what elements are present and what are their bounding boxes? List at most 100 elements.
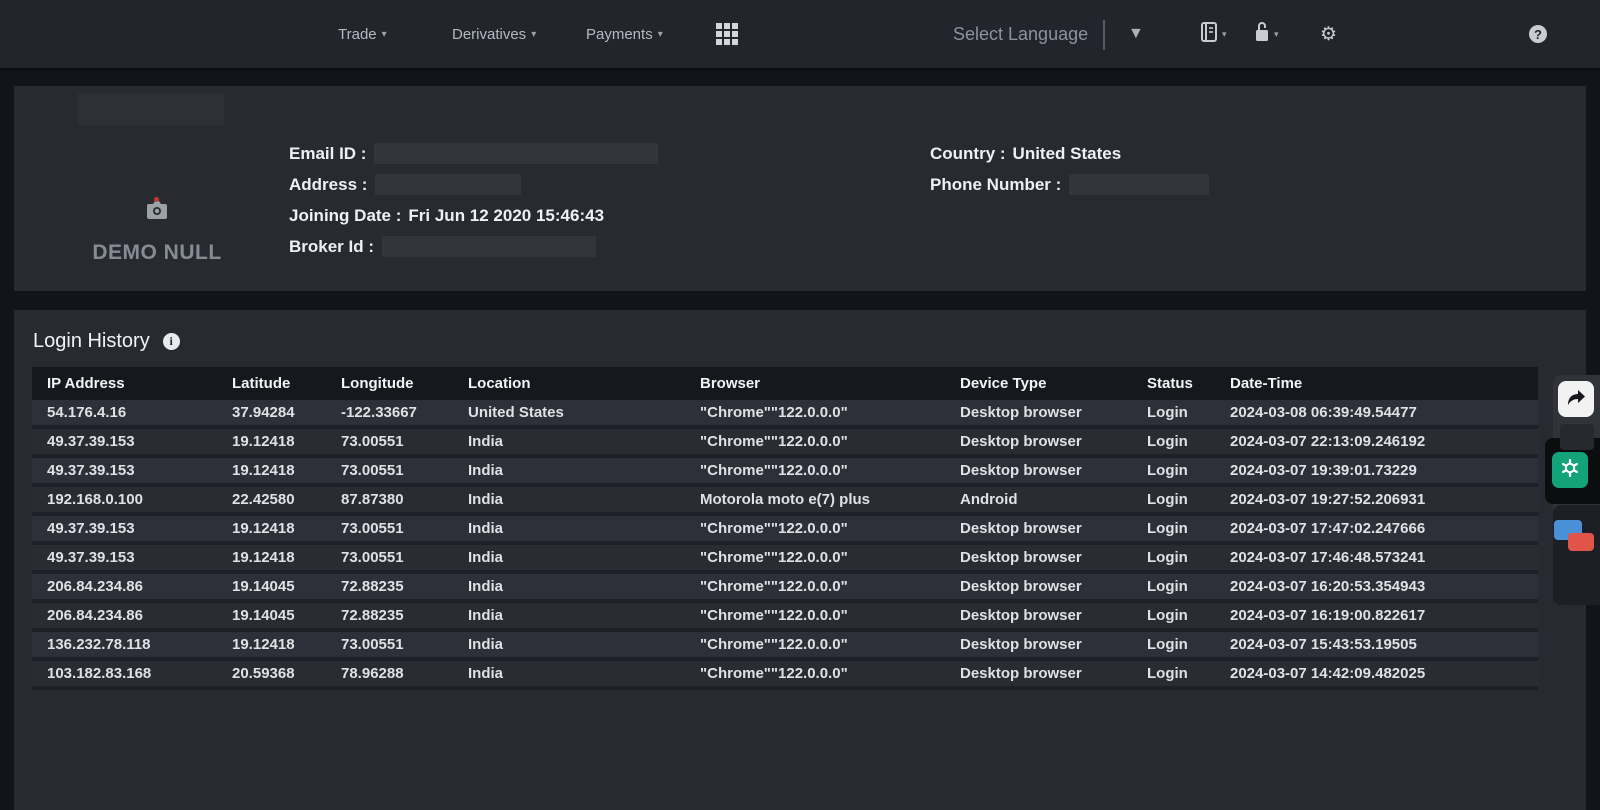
- login-history-header-row: IP AddressLatitudeLongitudeLocationBrows…: [32, 367, 1538, 400]
- table-cell: India: [453, 545, 685, 574]
- table-row: 206.84.234.8619.1404572.88235India"Chrom…: [32, 603, 1538, 632]
- menu-trade-label: Trade: [338, 26, 377, 43]
- table-cell: India: [453, 516, 685, 545]
- table-row: 54.176.4.1637.94284-122.33667United Stat…: [32, 400, 1538, 429]
- table-cell: Desktop browser: [945, 400, 1132, 429]
- table-row: 49.37.39.15319.1241873.00551India"Chrome…: [32, 429, 1538, 458]
- camera-icon[interactable]: [146, 201, 168, 225]
- table-cell: 54.176.4.16: [32, 400, 217, 429]
- security-menu[interactable]: ▾: [1254, 0, 1279, 68]
- table-cell: 2024-03-07 19:27:52.206931: [1215, 487, 1538, 516]
- field-broker-id-label: Broker Id :: [289, 237, 374, 257]
- table-cell: Desktop browser: [945, 603, 1132, 632]
- login-history-body: 54.176.4.1637.94284-122.33667United Stat…: [32, 400, 1538, 690]
- caret-down-icon: ▾: [382, 29, 387, 40]
- table-cell: Login: [1132, 574, 1215, 603]
- table-cell: India: [453, 632, 685, 661]
- profile-name: DEMO NULL: [62, 241, 252, 265]
- table-cell: Login: [1132, 603, 1215, 632]
- table-cell: 72.88235: [326, 574, 453, 603]
- table-cell: India: [453, 458, 685, 487]
- column-header: Status: [1132, 367, 1215, 400]
- table-cell: Desktop browser: [945, 661, 1132, 690]
- login-history-panel: Login History i IP AddressLatitudeLongit…: [14, 310, 1586, 810]
- extension-button-hidden[interactable]: [1560, 424, 1594, 450]
- language-dropdown-icon[interactable]: ▼: [1128, 0, 1144, 68]
- table-cell: "Chrome""122.0.0.0": [685, 545, 945, 574]
- table-cell: Login: [1132, 429, 1215, 458]
- table-cell: 2024-03-07 16:20:53.354943: [1215, 574, 1538, 603]
- table-cell: -122.33667: [326, 400, 453, 429]
- table-cell: 2024-03-07 22:13:09.246192: [1215, 429, 1538, 458]
- field-joining-date-label: Joining Date :: [289, 206, 401, 226]
- menu-payments[interactable]: Payments ▾: [586, 0, 663, 68]
- caret-down-icon: ▾: [1222, 29, 1227, 40]
- table-cell: India: [453, 429, 685, 458]
- table-cell: 206.84.234.86: [32, 603, 217, 632]
- table-cell: 2024-03-07 14:42:09.482025: [1215, 661, 1538, 690]
- language-selector[interactable]: Select Language: [953, 0, 1088, 68]
- table-cell: 192.168.0.100: [32, 487, 217, 516]
- table-cell: Desktop browser: [945, 545, 1132, 574]
- table-cell: "Chrome""122.0.0.0": [685, 400, 945, 429]
- table-cell: Desktop browser: [945, 574, 1132, 603]
- caret-down-icon: ▾: [1274, 29, 1279, 40]
- table-row: 49.37.39.15319.1241873.00551India"Chrome…: [32, 545, 1538, 574]
- table-cell: "Chrome""122.0.0.0": [685, 429, 945, 458]
- field-phone-label: Phone Number :: [930, 175, 1061, 195]
- table-cell: 20.59368: [217, 661, 326, 690]
- table-cell: 2024-03-07 19:39:01.73229: [1215, 458, 1538, 487]
- field-country-label: Country :: [930, 144, 1006, 164]
- help-icon[interactable]: ?: [1529, 0, 1547, 68]
- menu-derivatives-label: Derivatives: [452, 26, 526, 43]
- redacted-broker-id-value: [382, 236, 596, 257]
- table-cell: 87.87380: [326, 487, 453, 516]
- share-extension-button[interactable]: [1558, 381, 1594, 417]
- table-cell: Desktop browser: [945, 458, 1132, 487]
- table-row: 206.84.234.8619.1404572.88235India"Chrom…: [32, 574, 1538, 603]
- table-cell: 19.12418: [217, 429, 326, 458]
- table-cell: 49.37.39.153: [32, 458, 217, 487]
- ledger-menu[interactable]: ▾: [1200, 0, 1227, 68]
- table-cell: 78.96288: [326, 661, 453, 690]
- table-cell: 49.37.39.153: [32, 516, 217, 545]
- table-cell: Desktop browser: [945, 429, 1132, 458]
- caret-down-icon: ▾: [658, 29, 663, 40]
- table-row: 103.182.83.16820.5936878.96288India"Chro…: [32, 661, 1538, 690]
- table-row: 136.232.78.11819.1241873.00551India"Chro…: [32, 632, 1538, 661]
- table-cell: Login: [1132, 516, 1215, 545]
- table-cell: 103.182.83.168: [32, 661, 217, 690]
- table-cell: Desktop browser: [945, 632, 1132, 661]
- menu-trade[interactable]: Trade ▾: [338, 0, 387, 68]
- divider: [1103, 20, 1105, 50]
- table-cell: 19.12418: [217, 516, 326, 545]
- settings-gear-icon[interactable]: ⚙: [1320, 0, 1337, 68]
- apps-grid-icon[interactable]: [716, 23, 738, 45]
- camera-required-dot: [154, 197, 159, 202]
- chat-bubbles-extension-button[interactable]: [1554, 518, 1596, 560]
- column-header: IP Address: [32, 367, 217, 400]
- table-cell: 19.12418: [217, 632, 326, 661]
- table-cell: Login: [1132, 661, 1215, 690]
- column-header: Device Type: [945, 367, 1132, 400]
- field-address: Address :: [289, 169, 658, 200]
- profile-fields-left: Email ID : Address : Joining Date : Fri …: [289, 138, 658, 262]
- table-cell: 49.37.39.153: [32, 545, 217, 574]
- field-phone: Phone Number :: [930, 169, 1209, 200]
- table-cell: 73.00551: [326, 516, 453, 545]
- field-address-label: Address :: [289, 175, 367, 195]
- table-cell: 19.12418: [217, 545, 326, 574]
- table-cell: 19.12418: [217, 458, 326, 487]
- top-navbar: Trade ▾ Derivatives ▾ Payments ▾ Select …: [0, 0, 1600, 71]
- chatgpt-extension-button[interactable]: [1552, 452, 1588, 488]
- menu-derivatives[interactable]: Derivatives ▾: [452, 0, 536, 68]
- info-icon[interactable]: i: [163, 333, 180, 350]
- table-row: 192.168.0.10022.4258087.87380IndiaMotoro…: [32, 487, 1538, 516]
- table-cell: 2024-03-07 17:47:02.247666: [1215, 516, 1538, 545]
- table-cell: Login: [1132, 487, 1215, 516]
- table-cell: 19.14045: [217, 603, 326, 632]
- login-history-title-row: Login History i: [14, 310, 1586, 367]
- caret-down-icon: ▾: [531, 29, 536, 40]
- login-history-table: IP AddressLatitudeLongitudeLocationBrows…: [32, 367, 1538, 690]
- table-cell: 2024-03-07 16:19:00.822617: [1215, 603, 1538, 632]
